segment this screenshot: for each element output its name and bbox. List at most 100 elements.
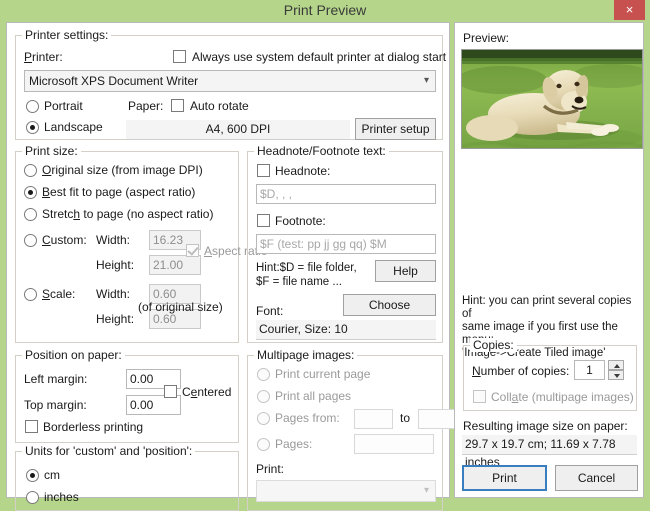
orientation-landscape-label: Landscape: [44, 120, 103, 134]
pages-to-label: to: [400, 411, 411, 425]
print-all-pages-radio[interactable]: [257, 390, 270, 403]
top-margin-label: Top margin:: [24, 398, 87, 412]
printer-settings-group: Printer settings: Printer: Always use sy…: [15, 28, 447, 140]
units-legend: Units for 'custom' and 'position':: [22, 444, 196, 458]
page-title: Print Preview: [283, 2, 367, 18]
chevron-down-icon: ▾: [423, 75, 429, 86]
print-size-original-label: Original size (from image DPI): [42, 163, 203, 177]
print-mode-label: Print:: [256, 462, 285, 476]
print-size-scale-radio[interactable]: [24, 288, 37, 301]
left-margin-label: Left margin:: [24, 372, 88, 386]
collate-label: Collate (multipage images): [491, 390, 634, 404]
help-button[interactable]: Help: [375, 260, 436, 282]
print-size-group: Print size: Original size (from image DP…: [15, 144, 267, 343]
printer-select[interactable]: Microsoft XPS Document Writer ▾: [24, 70, 436, 92]
always-default-printer-label: Always use system default printer at dia…: [192, 50, 447, 64]
preview-image: [461, 49, 643, 149]
pages-radio[interactable]: [257, 438, 270, 451]
print-size-stretch-label: Stretch to page (no aspect ratio): [42, 207, 214, 221]
chevron-down-icon: ▾: [423, 485, 429, 496]
copies-spinner-up[interactable]: [608, 360, 624, 370]
printer-setup-button[interactable]: Printer setup: [355, 118, 436, 140]
centered-checkbox[interactable]: [164, 385, 177, 398]
triangle-up-icon: [614, 364, 620, 368]
dog-photo-labrador-on-grass: [462, 50, 642, 148]
choose-font-button[interactable]: Choose: [343, 294, 436, 316]
print-size-legend: Print size:: [22, 144, 81, 158]
custom-height-label: Height:: [96, 258, 135, 272]
headnote-footnote-legend: Headnote/Footnote text:: [254, 144, 389, 158]
print-size-custom-label: Custom:: [42, 233, 87, 247]
result-size-field: 29.7 x 19.7 cm; 11.69 x 7.78 inches: [462, 435, 637, 469]
pages-label: Pages:: [275, 437, 313, 451]
custom-height-input[interactable]: 21.00: [149, 255, 201, 275]
left-settings-panel: Printer settings: Printer: Always use sy…: [6, 22, 457, 511]
multipage-legend: Multipage images:: [254, 348, 358, 362]
pages-to-input[interactable]: [418, 409, 457, 429]
headnote-hint-line2: $F = file name ...: [256, 276, 342, 288]
print-mode-select[interactable]: ▾: [256, 480, 436, 502]
auto-rotate-checkbox[interactable]: [171, 99, 184, 112]
aspect-ratio-checkbox[interactable]: [186, 244, 199, 257]
footnote-input[interactable]: $F (test: pp jj gg qq) $M: [256, 234, 436, 254]
auto-rotate-label: Auto rotate: [190, 99, 249, 113]
headnote-input[interactable]: $D, , ,: [256, 184, 436, 204]
printer-select-value: Microsoft XPS Document Writer: [29, 74, 199, 88]
number-of-copies-input[interactable]: 1: [574, 360, 605, 380]
print-size-stretch-radio[interactable]: [24, 208, 37, 221]
footnote-checkbox[interactable]: [257, 214, 270, 227]
print-size-best-fit-label: Best fit to page (aspect ratio): [42, 185, 196, 199]
units-cm-radio[interactable]: [26, 469, 39, 482]
pages-input[interactable]: [354, 434, 434, 454]
print-size-custom-radio[interactable]: [24, 234, 37, 247]
copies-spinner-down[interactable]: [608, 370, 624, 380]
print-all-pages-label: Print all pages: [275, 389, 352, 403]
copies-group: Copies: Number of copies: 1 Collate (mul…: [463, 338, 637, 411]
position-legend: Position on paper:: [22, 348, 125, 362]
orientation-landscape-radio[interactable]: [26, 121, 39, 134]
headnote-checkbox[interactable]: [257, 164, 270, 177]
print-current-page-label: Print current page: [275, 367, 371, 381]
always-default-printer-checkbox[interactable]: [173, 50, 186, 63]
printer-settings-legend: Printer settings:: [22, 28, 112, 42]
headnote-label: Headnote:: [275, 164, 331, 178]
scale-height-label: Height:: [96, 312, 135, 326]
units-inches-radio[interactable]: [26, 491, 39, 504]
headnote-footnote-group: Headnote/Footnote text: Headnote: $D, , …: [247, 144, 443, 343]
copies-spinner[interactable]: [608, 360, 624, 380]
of-original-size-label: (of original size): [138, 300, 223, 314]
headnote-hint-line1: Hint:$D = file folder,: [256, 262, 357, 274]
top-margin-input[interactable]: 0.00: [126, 395, 181, 415]
cancel-button[interactable]: Cancel: [555, 465, 638, 491]
paper-label: Paper:: [128, 99, 164, 113]
custom-width-label: Width:: [96, 233, 131, 247]
close-icon[interactable]: ×: [614, 0, 645, 20]
position-on-paper-group: Position on paper: Left margin: 0.00 Top…: [15, 348, 239, 443]
footnote-label: Footnote:: [275, 214, 326, 228]
pages-from-label: Pages from:: [275, 411, 340, 425]
pages-from-radio[interactable]: [257, 412, 270, 425]
pages-from-input[interactable]: [354, 409, 393, 429]
orientation-portrait-label: Portrait: [44, 99, 83, 113]
multipage-images-group: Multipage images: Print current page Pri…: [247, 348, 457, 511]
preview-label: Preview:: [463, 31, 510, 45]
print-current-page-radio[interactable]: [257, 368, 270, 381]
orientation-portrait-radio[interactable]: [26, 100, 39, 113]
borderless-printing-label: Borderless printing: [43, 420, 144, 434]
number-of-copies-label: Number of copies:: [472, 364, 570, 378]
print-size-scale-label: Scale:: [42, 287, 76, 301]
borderless-printing-checkbox[interactable]: [25, 420, 38, 433]
triangle-down-icon: [614, 374, 620, 378]
result-size-label: Resulting image size on paper:: [463, 419, 628, 433]
paper-info-field: A4, 600 DPI: [126, 120, 350, 140]
scale-width-label: Width:: [96, 287, 131, 301]
print-size-best-fit-radio[interactable]: [24, 186, 37, 199]
title-bar: Print Preview ×: [0, 0, 650, 22]
print-button[interactable]: Print: [462, 465, 547, 491]
copies-hint-line1: Hint: you can print several copies of: [462, 295, 632, 320]
printer-label: Printer:: [24, 50, 63, 64]
collate-checkbox[interactable]: [473, 390, 486, 403]
units-group: Units for 'custom' and 'position': cm in…: [15, 444, 239, 511]
print-size-original-radio[interactable]: [24, 164, 37, 177]
font-label: Font:: [256, 304, 284, 318]
